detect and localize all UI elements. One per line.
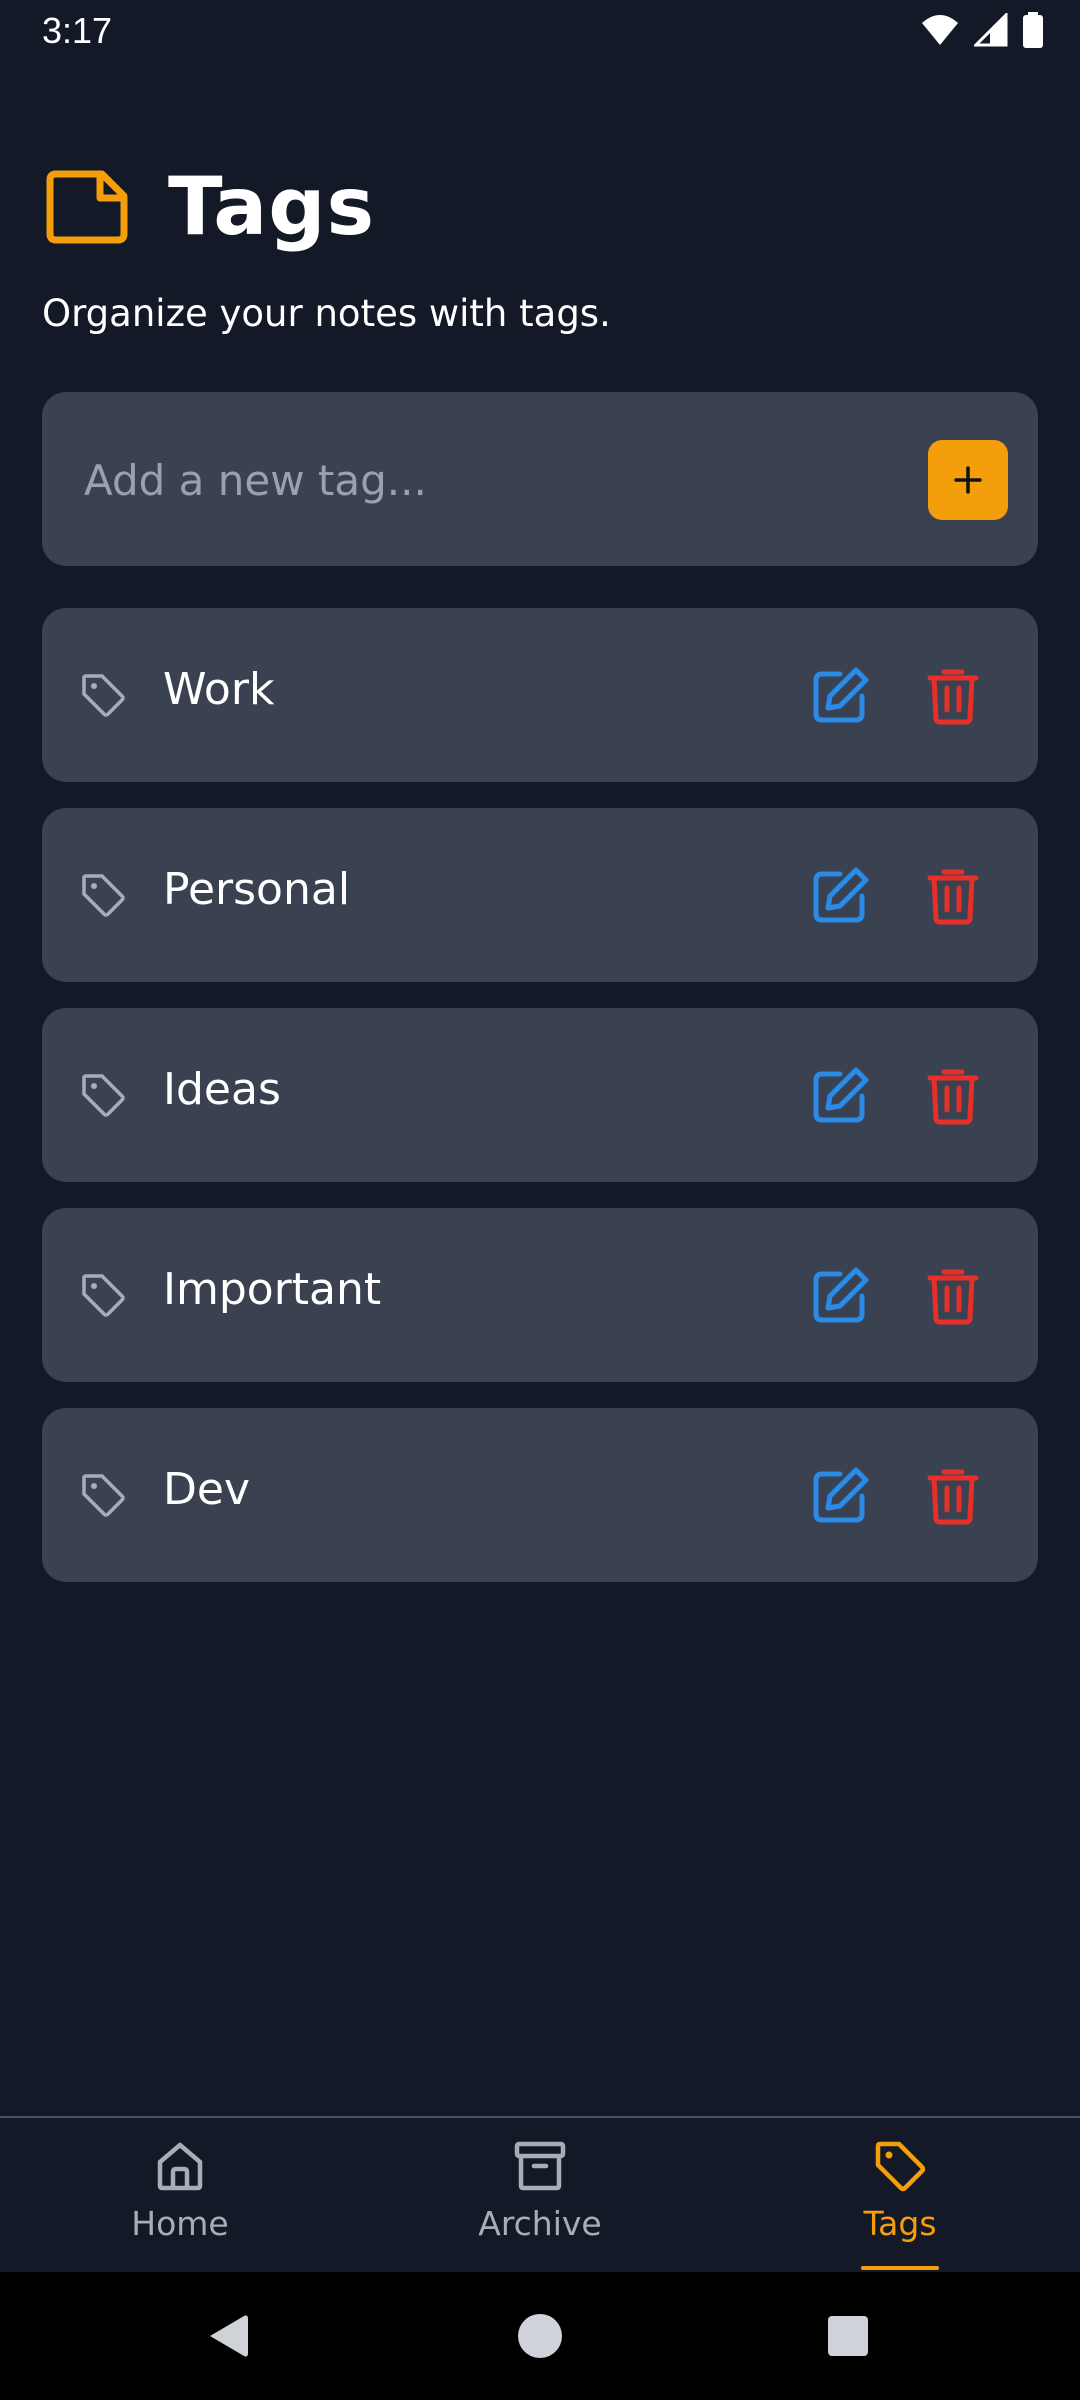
home-circle-icon: [518, 2314, 562, 2358]
tag-row-dev: Dev: [42, 1408, 1038, 1582]
tag-label: Work: [163, 664, 275, 715]
trash-icon: [927, 1069, 979, 1125]
tag-icon: [82, 1274, 125, 1317]
tag-label: Important: [163, 1264, 382, 1315]
edit-icon: [813, 667, 869, 723]
system-nav-bar: [0, 2272, 1080, 2400]
tag-label: Dev: [163, 1464, 250, 1515]
tag-icon: [82, 1074, 125, 1117]
bottom-nav: Home Archive Tags: [0, 2116, 1080, 2272]
edit-icon: [813, 1067, 869, 1123]
tag-row-ideas: Ideas: [42, 1008, 1038, 1182]
tag-row-personal: Personal: [42, 808, 1038, 982]
add-tag-box: [42, 392, 1038, 566]
page-subtitle: Organize your notes with tags.: [42, 292, 611, 335]
nav-item-archive[interactable]: Archive: [440, 2138, 640, 2268]
delete-tag-button[interactable]: [922, 864, 984, 926]
nav-label: Archive: [478, 2204, 602, 2243]
signal-icon: [974, 13, 1008, 47]
system-recents-button[interactable]: [788, 2272, 908, 2400]
trash-icon: [927, 669, 979, 725]
tag-row-work: Work: [42, 608, 1038, 782]
add-tag-button[interactable]: [928, 440, 1008, 520]
back-icon: [210, 2315, 248, 2357]
status-time: 3:17: [42, 10, 113, 51]
nav-label: Home: [131, 2204, 229, 2243]
delete-tag-button[interactable]: [922, 664, 984, 726]
tag-icon: [82, 674, 125, 717]
plus-icon: [954, 466, 982, 494]
trash-icon: [927, 869, 979, 925]
trash-icon: [927, 1269, 979, 1325]
wifi-icon: [922, 15, 958, 45]
trash-icon: [927, 1469, 979, 1525]
note-icon: [46, 170, 128, 243]
edit-icon: [813, 1467, 869, 1523]
recents-icon: [828, 2316, 868, 2356]
page-title: Tags: [168, 160, 376, 253]
system-home-button[interactable]: [480, 2272, 600, 2400]
delete-tag-button[interactable]: [922, 1264, 984, 1326]
nav-label: Tags: [863, 2204, 937, 2243]
nav-item-home[interactable]: Home: [80, 2138, 280, 2268]
system-back-button[interactable]: [168, 2272, 288, 2400]
home-icon: [157, 2142, 203, 2191]
edit-tag-button[interactable]: [810, 1264, 872, 1326]
edit-tag-button[interactable]: [810, 1064, 872, 1126]
tag-label: Ideas: [163, 1064, 281, 1115]
tag-row-important: Important: [42, 1208, 1038, 1382]
edit-tag-button[interactable]: [810, 864, 872, 926]
tags-screen: 3:17 Tags Organize your notes with tags.: [0, 0, 1080, 2400]
nav-item-tags[interactable]: Tags: [800, 2138, 1000, 2270]
tag-icon: [875, 2141, 926, 2192]
delete-tag-button[interactable]: [922, 1064, 984, 1126]
tag-icon: [82, 874, 125, 917]
status-bar: 3:17: [0, 0, 1080, 62]
status-icons: [920, 12, 1044, 48]
edit-icon: [813, 1267, 869, 1323]
tag-icon: [82, 1474, 125, 1517]
page-header: Tags: [42, 160, 375, 253]
archive-icon: [514, 2141, 566, 2191]
battery-icon: [1023, 12, 1043, 48]
tag-label: Personal: [163, 864, 351, 915]
edit-tag-button[interactable]: [810, 664, 872, 726]
active-indicator: [861, 2266, 939, 2270]
new-tag-input[interactable]: [84, 440, 904, 520]
tag-list: Work Personal Ideas Important Dev: [42, 608, 1038, 1608]
edit-icon: [813, 867, 869, 923]
delete-tag-button[interactable]: [922, 1464, 984, 1526]
edit-tag-button[interactable]: [810, 1464, 872, 1526]
